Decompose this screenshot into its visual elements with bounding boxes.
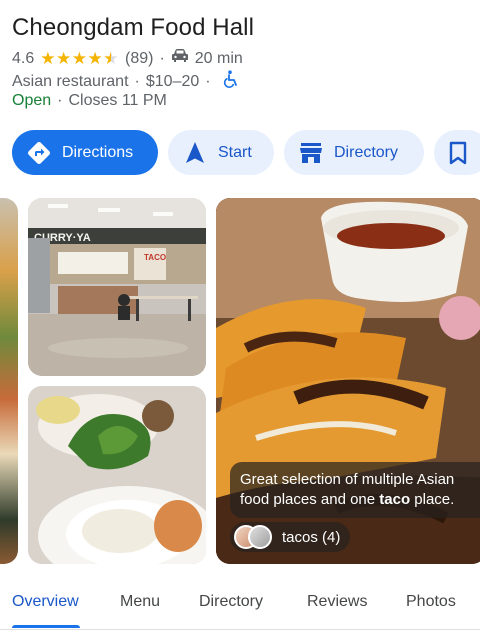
tab-photos[interactable]: Photos (406, 593, 456, 611)
review-text-part: food places and one (240, 491, 380, 508)
bookmark-icon (448, 140, 468, 166)
chip-label: tacos (4) (282, 528, 341, 546)
rating-row: 4.6 ★ ★ ★ ★ ★ (89) · 20 min (12, 48, 243, 69)
review-topic-chip[interactable]: tacos (4) (230, 522, 351, 552)
tab-reviews[interactable]: Reviews (307, 593, 367, 611)
review-snippet[interactable]: Great selection of multiple Asian food p… (230, 462, 480, 518)
wheelchair-icon[interactable] (223, 70, 239, 93)
category-row: Asian restaurant · $10–20 · (12, 70, 239, 93)
separator-dot: · (205, 72, 211, 90)
start-button[interactable]: Start (168, 130, 274, 175)
separator-dot: · (57, 92, 63, 109)
save-button[interactable] (434, 130, 480, 175)
reviewer-avatars (234, 525, 274, 549)
avatar (248, 525, 272, 549)
separator-dot: · (159, 49, 165, 67)
rating-value: 4.6 (12, 49, 35, 67)
start-label: Start (218, 143, 252, 161)
review-count[interactable]: (89) (125, 50, 153, 68)
drive-time: 20 min (194, 49, 243, 67)
directions-label: Directions (62, 143, 134, 161)
review-text-line2: food places and one taco place. (240, 490, 480, 510)
place-title: Cheongdam Food Hall (12, 14, 255, 41)
directory-label: Directory (334, 143, 399, 161)
storefront-icon (298, 140, 324, 166)
active-tab-indicator (12, 625, 80, 628)
action-buttons: Directions Start Directory (12, 130, 480, 175)
star-icon: ★ (71, 49, 87, 68)
tab-menu[interactable]: Menu (120, 593, 160, 611)
star-icon: ★ (56, 49, 72, 68)
tab-directory[interactable]: Directory (199, 593, 263, 611)
closing-time: Closes 11 PM (68, 92, 167, 109)
place-tabs: Overview Menu Directory Reviews Photos (0, 576, 480, 630)
photo-dish[interactable] (28, 386, 206, 564)
tab-overview[interactable]: Overview (12, 593, 79, 611)
half-star-icon: ★ (103, 49, 119, 68)
category: Asian restaurant (12, 72, 129, 90)
open-status: Open (12, 92, 52, 109)
taco-sign-text: TACO (144, 253, 166, 262)
hours-row[interactable]: Open · Closes 11 PM (12, 92, 167, 110)
review-text-line1: Great selection of multiple Asian (240, 471, 455, 488)
separator-dot: · (134, 72, 140, 90)
directions-button[interactable]: Directions (12, 130, 158, 175)
directions-icon (26, 140, 52, 166)
rating-stars[interactable]: ★ ★ ★ ★ ★ (40, 50, 119, 67)
review-keyword: taco (379, 491, 411, 508)
star-icon: ★ (87, 49, 103, 68)
car-icon (171, 48, 189, 69)
photo-interior[interactable]: CURRY·YA TACO (28, 198, 206, 376)
navigation-arrow-icon (182, 140, 208, 166)
price-range: $10–20 (145, 72, 200, 90)
directory-button[interactable]: Directory (284, 130, 424, 175)
photo-partial[interactable] (0, 198, 18, 564)
review-text-part: place. (410, 491, 455, 508)
star-icon: ★ (40, 49, 56, 68)
